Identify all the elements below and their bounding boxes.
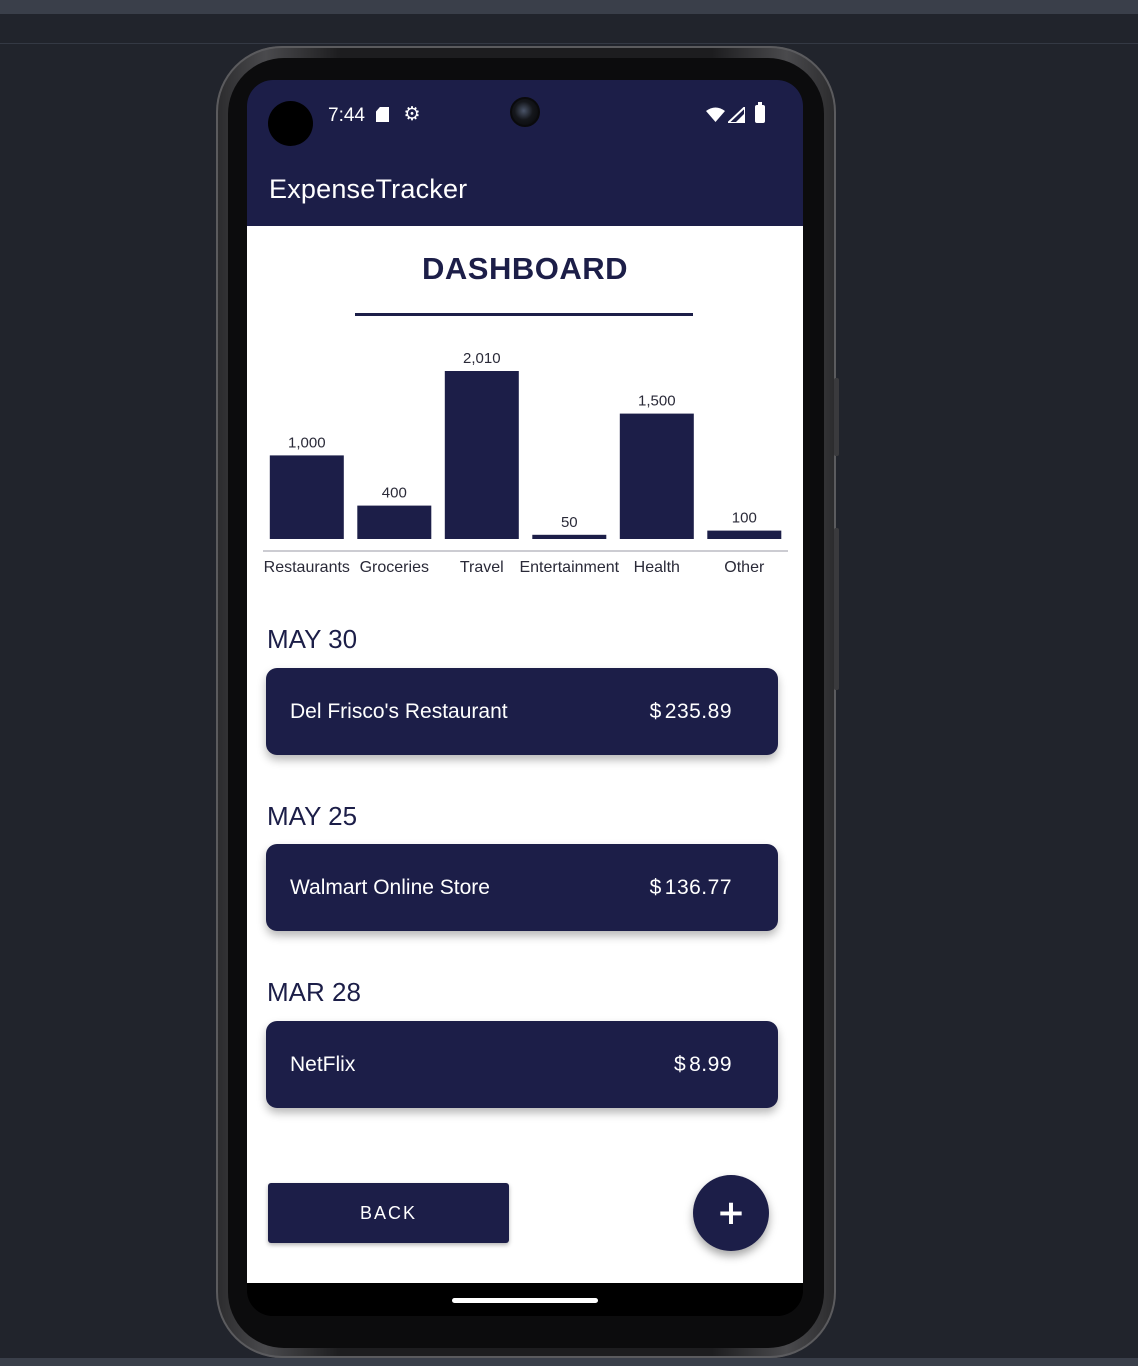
bar-other[interactable] xyxy=(707,530,782,539)
amount-value: 235.89 xyxy=(664,700,732,723)
plus-icon: + xyxy=(716,1193,746,1233)
cell-signal-icon xyxy=(728,107,745,123)
transaction-merchant: Del Frisco's Restaurant xyxy=(290,700,508,723)
category-label: Restaurants xyxy=(264,559,350,576)
amount-value: 136.77 xyxy=(664,876,732,899)
currency-symbol: $ xyxy=(673,1053,687,1076)
bar-health[interactable] xyxy=(619,413,694,539)
app-title: ExpenseTracker xyxy=(269,174,468,204)
category-label: Health xyxy=(634,559,680,576)
ide-toolbar xyxy=(0,0,1138,14)
transaction-amount: $136.77 xyxy=(650,876,732,900)
back-button[interactable]: BACK xyxy=(268,1183,509,1243)
bar-restaurants[interactable] xyxy=(269,455,344,539)
device-screen: 7:44 ⚙ ExpenseTracker DASHBOARD 1,000 Res… xyxy=(247,80,803,1316)
transaction-amount: $235.89 xyxy=(650,700,732,724)
bar-value-label: 400 xyxy=(382,485,407,502)
currency-symbol: $ xyxy=(649,700,662,723)
power-button[interactable] xyxy=(834,378,839,456)
front-camera xyxy=(510,97,540,127)
transaction-card[interactable]: NetFlix $8.99 xyxy=(266,1021,778,1108)
currency-symbol: $ xyxy=(649,876,662,899)
bar-value-label: 2,010 xyxy=(463,350,501,367)
transaction-date: MAY 30 xyxy=(267,624,358,654)
transaction-merchant: Walmart Online Store xyxy=(290,876,490,899)
system-nav-bar xyxy=(247,1283,803,1316)
status-time: 7:44 xyxy=(328,105,365,126)
ide-statusbar xyxy=(0,1358,1138,1366)
notification-avatar xyxy=(268,101,313,146)
bar-value-label: 50 xyxy=(561,514,578,531)
category-label: Groceries xyxy=(360,559,429,576)
ide-divider xyxy=(0,43,1138,44)
amount-value: 8.99 xyxy=(689,1053,732,1076)
bar-travel[interactable] xyxy=(444,371,519,539)
bar-groceries[interactable] xyxy=(357,505,432,539)
sd-card-icon xyxy=(376,107,389,122)
transaction-card[interactable]: Walmart Online Store $136.77 xyxy=(266,844,778,931)
transaction-merchant: NetFlix xyxy=(290,1053,356,1076)
battery-icon xyxy=(755,102,765,123)
transaction-amount: $8.99 xyxy=(674,1053,732,1077)
wifi-icon xyxy=(706,107,725,122)
status-bar: 7:44 ⚙ xyxy=(247,80,803,150)
category-label: Travel xyxy=(460,559,504,576)
bar-value-label: 1,500 xyxy=(638,393,676,410)
transaction-date: MAR 28 xyxy=(267,977,361,1007)
expense-bar-chart: 1,000 Restaurants 400 Groceries 2,010 Travel 5… xyxy=(263,350,788,576)
dashboard-content: DASHBOARD 1,000 Restaurants 400 Groceries 2,… xyxy=(247,226,803,1283)
category-label: Other xyxy=(724,559,765,576)
category-label: Entertainment xyxy=(519,559,619,576)
app-bar: ExpenseTracker xyxy=(247,150,803,226)
bar-value-label: 1,000 xyxy=(288,434,326,451)
settings-gear-icon: ⚙ xyxy=(403,104,421,125)
transaction-card[interactable]: Del Frisco's Restaurant $235.89 xyxy=(266,668,778,755)
bar-value-label: 100 xyxy=(732,510,757,527)
home-gesture-pill[interactable] xyxy=(452,1298,598,1303)
bar-entertainment[interactable] xyxy=(532,534,607,539)
transaction-date: MAY 25 xyxy=(267,801,358,831)
add-expense-button[interactable]: + xyxy=(693,1175,769,1251)
volume-rocker[interactable] xyxy=(834,528,839,690)
